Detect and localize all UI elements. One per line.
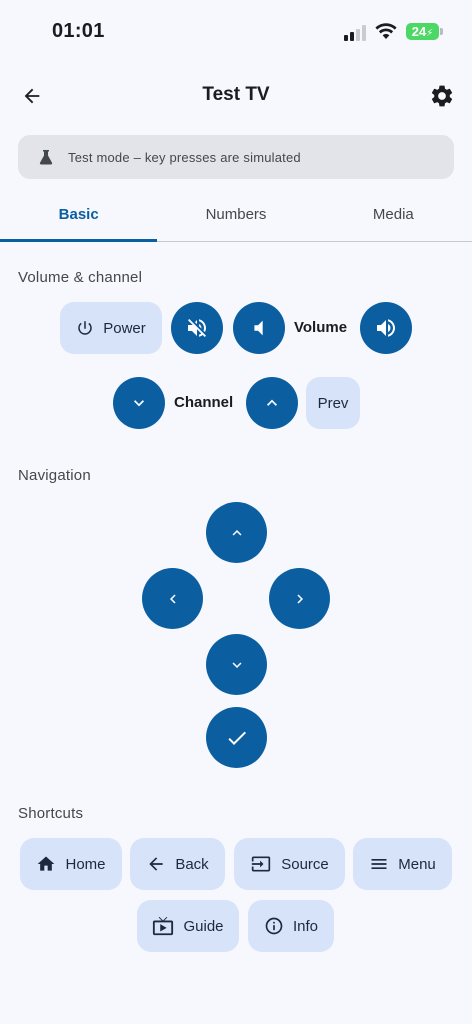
navigation-heading: Navigation: [18, 467, 91, 484]
home-button[interactable]: Home: [20, 838, 122, 890]
channel-down-button[interactable]: [113, 377, 165, 429]
tv-guide-icon: [153, 916, 174, 936]
info-button[interactable]: Info: [248, 900, 334, 952]
flask-icon: [38, 149, 54, 165]
tab-basic[interactable]: Basic: [0, 194, 158, 242]
check-icon: [227, 731, 246, 745]
nav-ok-button[interactable]: [206, 707, 267, 768]
wifi-icon: [375, 23, 397, 39]
volume-mute-icon: [188, 319, 207, 337]
page-title: Test TV: [202, 84, 270, 105]
source-button[interactable]: Source: [234, 838, 345, 890]
status-time: 01:01: [52, 20, 105, 42]
volume-down-icon: [254, 320, 263, 336]
nav-down-button[interactable]: [206, 634, 267, 695]
test-mode-text: Test mode – key presses are simulated: [68, 149, 301, 165]
menu-icon: [371, 859, 387, 869]
chevron-left-icon: [169, 594, 176, 603]
source-label: Source: [281, 855, 329, 873]
back-label: Back: [175, 855, 209, 873]
volume-up-button[interactable]: [360, 302, 412, 354]
previous-channel-button[interactable]: Prev: [306, 377, 360, 429]
channel-label: Channel: [174, 394, 234, 411]
chevron-down-icon: [134, 400, 144, 407]
volume-label: Volume: [294, 319, 348, 336]
battery-level: 24: [411, 24, 427, 39]
home-label: Home: [65, 855, 106, 873]
settings-button[interactable]: [424, 78, 460, 114]
info-icon: [265, 917, 283, 935]
nav-right-button[interactable]: [269, 568, 330, 629]
volume-up-icon: [377, 319, 395, 337]
menu-button[interactable]: Menu: [353, 838, 452, 890]
chevron-down-icon: [232, 661, 241, 668]
shortcut-back-button[interactable]: Back: [130, 838, 225, 890]
volume-channel-heading: Volume & channel: [18, 269, 143, 286]
gear-icon: [431, 85, 453, 107]
arrow-left-icon: [149, 857, 163, 871]
tab-numbers[interactable]: Numbers: [157, 194, 314, 241]
nav-up-button[interactable]: [206, 502, 267, 563]
chevron-right-icon: [296, 594, 303, 603]
home-icon: [38, 856, 55, 871]
test-mode-banner: Test mode – key presses are simulated: [18, 135, 454, 179]
battery-tip: [440, 28, 443, 35]
chevron-up-icon: [267, 399, 277, 406]
cellular-signal-icon: [344, 25, 366, 41]
input-source-icon: [252, 856, 271, 872]
tab-bar: Basic Numbers Media: [0, 194, 472, 242]
nav-left-button[interactable]: [142, 568, 203, 629]
volume-down-button[interactable]: [233, 302, 285, 354]
battery-indicator: 24⚡: [406, 23, 439, 40]
prev-label: Prev: [317, 394, 349, 412]
power-label: Power: [103, 319, 146, 337]
power-button[interactable]: Power: [60, 302, 162, 354]
menu-label: Menu: [398, 855, 436, 873]
chevron-up-icon: [232, 529, 241, 536]
guide-button[interactable]: Guide: [137, 900, 239, 952]
info-label: Info: [292, 917, 319, 935]
guide-label: Guide: [183, 917, 224, 935]
tab-media[interactable]: Media: [315, 194, 472, 241]
channel-up-button[interactable]: [246, 377, 298, 429]
status-bar: 01:01 24⚡: [0, 0, 472, 64]
power-icon: [78, 321, 92, 335]
shortcuts-heading: Shortcuts: [18, 805, 84, 822]
mute-button[interactable]: [171, 302, 223, 354]
app-header: Test TV: [0, 70, 472, 122]
